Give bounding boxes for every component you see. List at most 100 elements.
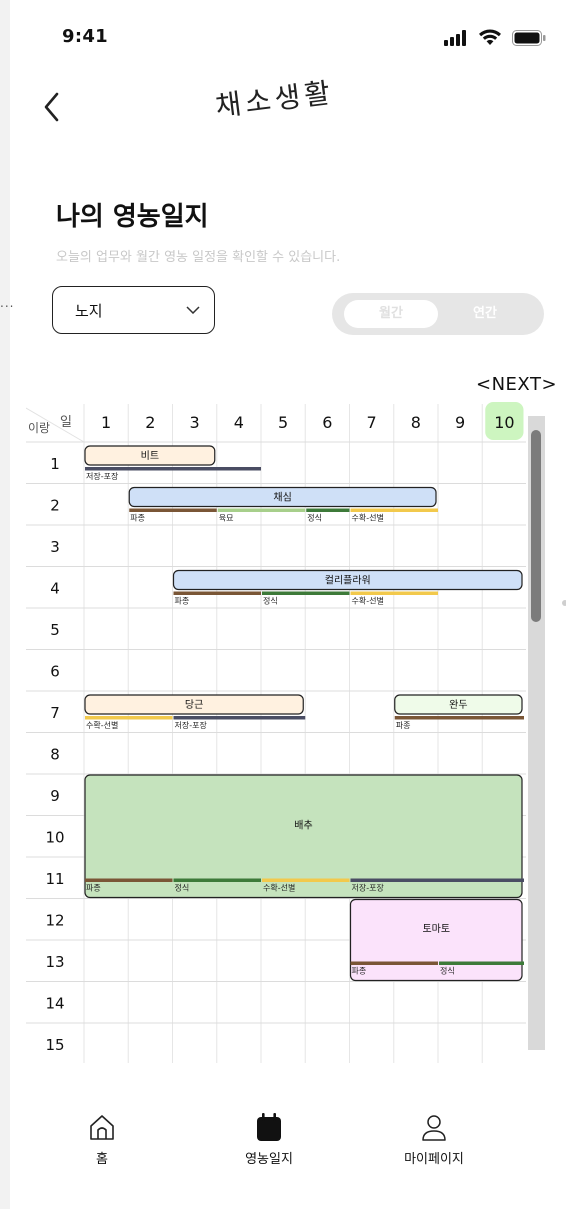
back-arrow-icon[interactable] xyxy=(40,88,70,124)
stage-label: 파종 xyxy=(175,597,190,606)
row-label: 1 xyxy=(50,455,60,473)
row-label: 14 xyxy=(45,995,64,1013)
stage-label: 저장-포장 xyxy=(175,720,208,730)
page-subtitle: 오늘의 업무와 월간 영농 일정을 확인할 수 있습니다. xyxy=(56,250,341,265)
row-label: 3 xyxy=(50,538,60,556)
tab-yearly[interactable]: 연간 xyxy=(438,300,532,328)
next-label: NEXT xyxy=(491,374,542,395)
day-header[interactable]: 2 xyxy=(145,413,155,432)
crop-block[interactable]: 당근수확-선별 저장-포장 xyxy=(84,694,306,730)
nav-mypage-label: 마이페이지 xyxy=(404,1152,464,1167)
corner-day-label: 일 xyxy=(60,415,72,430)
crop-name: 컬리플라워 xyxy=(325,574,371,587)
next-button[interactable]: <NEXT> xyxy=(476,374,557,395)
brand-logo: 채소생활 xyxy=(213,75,336,124)
stage-label: 정식 xyxy=(175,883,190,893)
crop-block[interactable]: 컬리플라워파종 정식 수확-선별 xyxy=(172,569,523,606)
row-label: 5 xyxy=(50,621,60,639)
stage-bar xyxy=(173,716,306,720)
stage-bar xyxy=(217,508,306,512)
stage-bar xyxy=(129,508,217,512)
nav-mypage[interactable]: 마이페이지 xyxy=(374,1112,494,1167)
stage-bar xyxy=(173,878,261,882)
day-header[interactable]: 9 xyxy=(455,413,465,432)
row-label: 13 xyxy=(45,953,64,971)
nav-home-label: 홈 xyxy=(96,1152,108,1167)
day-header[interactable]: 10 xyxy=(494,413,514,432)
stage-bar xyxy=(394,716,524,720)
day-header[interactable]: 3 xyxy=(190,413,200,432)
crop-block[interactable]: 채심파종 육묘 정식 수확-선별 xyxy=(128,486,438,523)
row-label: 12 xyxy=(45,912,64,930)
stage-label: 저장-포장 xyxy=(86,471,119,481)
nav-home[interactable]: 홈 xyxy=(42,1112,162,1167)
crop-name: 채심 xyxy=(273,492,291,504)
stage-label: 파종 xyxy=(396,721,411,730)
stage-bar xyxy=(85,467,261,471)
nav-diary-label: 영농일지 xyxy=(245,1152,293,1167)
edge-dot xyxy=(562,600,566,606)
day-header[interactable]: 5 xyxy=(278,413,288,432)
crop-name: 완두 xyxy=(449,699,467,711)
row-label: 2 xyxy=(50,497,60,515)
stage-label: 수확-선별 xyxy=(86,720,118,730)
stage-bar xyxy=(350,878,524,882)
row-label: 9 xyxy=(50,787,60,805)
crop-bar[interactable] xyxy=(349,898,523,982)
user-icon xyxy=(422,1115,446,1141)
crop-name: 배추 xyxy=(294,819,312,831)
status-time: 9:41 xyxy=(62,26,108,47)
field-type-value: 노지 xyxy=(75,302,103,320)
stage-label: 수확-선별 xyxy=(352,513,384,523)
stage-label: 파종 xyxy=(352,967,367,976)
stage-label: 저장-포장 xyxy=(352,883,385,893)
calendar-scrollbar-thumb[interactable] xyxy=(531,430,541,622)
stage-label: 수확-선별 xyxy=(263,883,295,893)
row-label: 6 xyxy=(50,663,60,681)
cellular-signal-icon xyxy=(444,30,466,46)
calendar-icon xyxy=(257,1113,281,1141)
stage-bar xyxy=(350,591,438,595)
row-label: 7 xyxy=(50,704,60,722)
row-label: 10 xyxy=(45,829,64,847)
stage-label: 정식 xyxy=(307,513,322,523)
stage-label: 파종 xyxy=(130,514,145,523)
crop-name: 당근 xyxy=(185,699,203,711)
day-header[interactable]: 7 xyxy=(367,413,377,432)
crop-block[interactable]: 토마토파종 정식 xyxy=(349,898,525,982)
row-label: 11 xyxy=(45,870,64,888)
tab-monthly[interactable]: 월간 xyxy=(344,300,438,328)
stage-bar xyxy=(85,878,173,882)
day-header[interactable]: 6 xyxy=(322,413,332,432)
stage-bar xyxy=(173,591,261,595)
stage-bar xyxy=(262,878,350,882)
day-header[interactable]: 1 xyxy=(101,413,111,432)
stage-bar xyxy=(262,591,350,595)
row-label: 4 xyxy=(50,580,60,598)
row-label: 8 xyxy=(50,746,60,764)
stage-label: 정식 xyxy=(263,596,278,606)
row-label: 15 xyxy=(45,1036,64,1054)
crop-name: 비트 xyxy=(141,450,159,462)
crop-name: 토마토 xyxy=(422,923,450,935)
day-header[interactable]: 8 xyxy=(411,413,421,432)
day-header[interactable]: 4 xyxy=(234,413,244,432)
battery-icon xyxy=(512,30,546,46)
stage-bar xyxy=(306,508,350,512)
stage-bar xyxy=(439,961,524,965)
stage-bar xyxy=(350,508,438,512)
stage-label: 파종 xyxy=(86,884,101,893)
home-icon xyxy=(90,1115,114,1140)
stage-bar xyxy=(350,961,438,965)
left-edge-strip xyxy=(0,0,10,1209)
nav-diary[interactable]: 영농일지 xyxy=(209,1112,329,1167)
corner-row-label: 이랑 xyxy=(28,421,50,435)
page-title: 나의 영농일지 xyxy=(56,202,209,232)
farming-calendar: 일이랑 1 2 3 4 5 6 7 8 9 10 123456789101112131415 비트저… xyxy=(26,402,526,1063)
stage-bar xyxy=(85,716,173,720)
crop-block[interactable]: 완두파종 xyxy=(394,694,524,730)
crop-block[interactable]: 배추파종 정식 수확-선별 저장-포장 xyxy=(84,774,524,899)
field-type-select[interactable]: 노지 xyxy=(52,286,215,334)
wifi-icon xyxy=(479,29,501,45)
overflow-dots: ... xyxy=(0,296,15,310)
